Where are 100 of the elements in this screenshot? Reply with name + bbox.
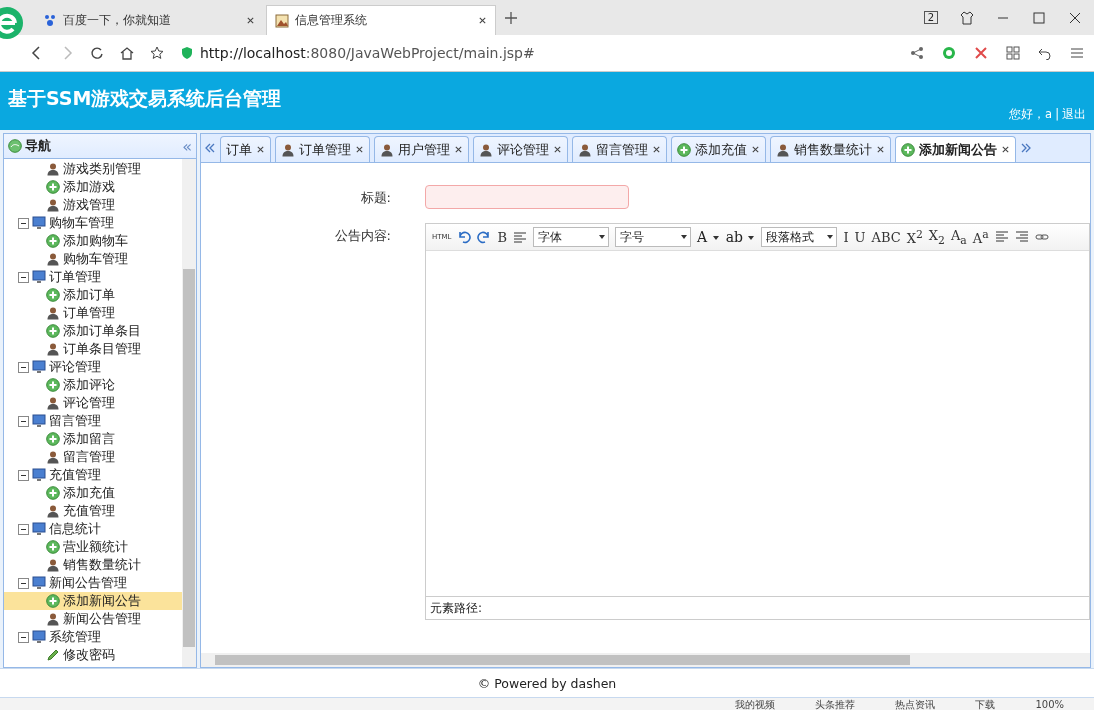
collapse-icon[interactable] <box>18 631 29 643</box>
collapse-icon[interactable] <box>18 469 29 481</box>
close-icon[interactable] <box>652 145 661 154</box>
tab[interactable]: 订单管理 <box>275 136 370 162</box>
tree-item[interactable]: 销售数量统计 <box>4 556 182 574</box>
format-button[interactable]: ABC <box>871 229 901 245</box>
circle-icon[interactable] <box>942 46 956 60</box>
grid-icon[interactable] <box>1006 46 1020 60</box>
horizontal-scrollbar[interactable] <box>201 653 1090 667</box>
status-item[interactable]: 100% <box>1035 698 1064 710</box>
shirt-icon[interactable] <box>960 10 974 25</box>
collapse-icon[interactable] <box>18 217 29 229</box>
tree-item[interactable]: 购物车管理 <box>4 250 182 268</box>
tree-item[interactable]: 订单管理 <box>4 304 182 322</box>
status-item[interactable]: 我的视频 <box>735 698 776 710</box>
format-button[interactable]: B <box>497 229 508 245</box>
tab[interactable]: 销售数量统计 <box>770 136 891 162</box>
undo-icon[interactable] <box>457 230 472 244</box>
format-button[interactable]: X$_{2}$ <box>928 227 945 247</box>
tree-item[interactable]: 添加购物车 <box>4 232 182 250</box>
browser-tab[interactable]: 百度一下，你就知道 <box>34 5 264 35</box>
home-icon[interactable] <box>120 46 134 60</box>
close-icon[interactable] <box>751 145 760 154</box>
collapse-icon[interactable] <box>18 271 29 283</box>
tree-item[interactable]: 订单条目管理 <box>4 340 182 358</box>
format-button[interactable]: X$^{2}$ <box>906 227 923 247</box>
title-input[interactable] <box>425 185 629 209</box>
browser-tab[interactable]: 信息管理系统 <box>266 5 496 35</box>
undo-icon[interactable] <box>1038 46 1052 60</box>
menu-icon[interactable] <box>1070 46 1084 60</box>
format-button[interactable]: A$_{a}$ <box>950 227 967 247</box>
tree-item[interactable]: 游戏类别管理 <box>4 160 182 178</box>
tree-item[interactable]: 添加新闻公告 <box>4 592 182 610</box>
color-button[interactable]: ab <box>725 229 756 245</box>
tree-group[interactable]: 充值管理 <box>4 466 182 484</box>
lines-icon[interactable] <box>513 230 528 244</box>
tree-item[interactable]: 添加评论 <box>4 376 182 394</box>
close-icon[interactable] <box>553 145 562 154</box>
share-icon[interactable] <box>910 46 924 60</box>
tree-group[interactable]: 系统管理 <box>4 628 182 646</box>
collapse-icon[interactable] <box>18 523 29 535</box>
tab[interactable]: 添加新闻公告 <box>895 136 1016 162</box>
tree-group[interactable]: 留言管理 <box>4 412 182 430</box>
collapse-icon[interactable] <box>18 577 29 589</box>
tree-group[interactable]: 评论管理 <box>4 358 182 376</box>
address-field[interactable]: http://localhost:8080/JavaWebProject/main.jsp# <box>180 45 535 61</box>
tree-group[interactable]: 订单管理 <box>4 268 182 286</box>
scissors-icon[interactable] <box>974 46 988 60</box>
status-item[interactable]: 下载 <box>975 698 996 710</box>
dropdown-select[interactable]: 字体 <box>533 227 610 247</box>
tree-item[interactable]: 添加游戏 <box>4 178 182 196</box>
redo-icon[interactable] <box>477 230 492 244</box>
scrollbar[interactable] <box>182 159 196 667</box>
tab[interactable]: 留言管理 <box>572 136 667 162</box>
tree-item[interactable]: 添加订单 <box>4 286 182 304</box>
tree-group[interactable]: 信息统计 <box>4 520 182 538</box>
close-icon[interactable] <box>454 145 463 154</box>
tab[interactable]: 评论管理 <box>473 136 568 162</box>
tree-item[interactable]: 营业额统计 <box>4 538 182 556</box>
status-item[interactable]: 头条推荐 <box>815 698 856 710</box>
tree-item[interactable]: 添加订单条目 <box>4 322 182 340</box>
format-button[interactable]: I <box>843 229 849 245</box>
close-icon[interactable] <box>246 15 255 25</box>
dropdown-select[interactable]: 字号 <box>615 227 692 247</box>
align-left-icon[interactable] <box>994 230 1009 244</box>
close-icon[interactable] <box>355 145 364 154</box>
tree-item[interactable]: 游戏管理 <box>4 196 182 214</box>
tree-item[interactable]: 充值管理 <box>4 502 182 520</box>
tree-item[interactable]: 留言管理 <box>4 448 182 466</box>
scroll-left-icon[interactable] <box>204 142 216 154</box>
close-icon[interactable] <box>876 145 885 154</box>
tab[interactable]: 订单 <box>220 136 271 162</box>
align-right-icon[interactable] <box>1014 230 1029 244</box>
close-icon[interactable] <box>1068 10 1082 25</box>
collapse-icon[interactable] <box>18 415 29 427</box>
star-icon[interactable] <box>150 46 164 60</box>
tree-group[interactable]: 购物车管理 <box>4 214 182 232</box>
tab[interactable]: 用户管理 <box>374 136 469 162</box>
plus-icon[interactable] <box>504 10 518 25</box>
maximize-icon[interactable] <box>1032 10 1046 25</box>
reload-icon[interactable] <box>90 46 104 60</box>
tree-item[interactable]: 添加留言 <box>4 430 182 448</box>
pencil-icon <box>46 648 60 662</box>
format-button[interactable]: A$^{a}$ <box>972 227 989 247</box>
dropdown-select[interactable]: 段落格式 <box>761 227 838 247</box>
scroll-right-icon[interactable] <box>1020 142 1032 154</box>
tree-item[interactable]: 新闻公告管理 <box>4 610 182 628</box>
tree-item[interactable]: 修改密码 <box>4 646 182 664</box>
tree-item[interactable]: 评论管理 <box>4 394 182 412</box>
tab-counter[interactable]: 2 <box>923 11 938 24</box>
status-item[interactable]: 热点资讯 <box>895 698 936 710</box>
tab[interactable]: 添加充值 <box>671 136 766 162</box>
close-icon[interactable] <box>256 145 265 154</box>
tree-item[interactable]: 添加充值 <box>4 484 182 502</box>
tree-group[interactable]: 新闻公告管理 <box>4 574 182 592</box>
collapse-icon[interactable] <box>18 361 29 373</box>
close-icon[interactable] <box>1001 145 1010 154</box>
color-button[interactable]: A <box>697 229 720 245</box>
close-icon[interactable] <box>478 16 487 25</box>
format-button[interactable]: U <box>854 229 866 245</box>
